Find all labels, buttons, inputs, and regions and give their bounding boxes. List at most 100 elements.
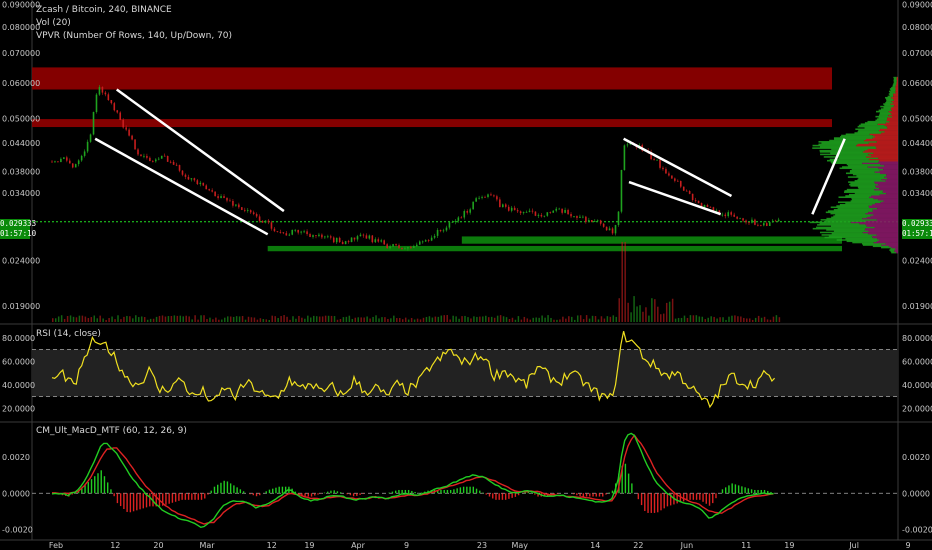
volume-bar [339, 319, 342, 322]
candle-body [312, 235, 314, 237]
candle-body [427, 240, 430, 241]
candle-body [229, 200, 231, 202]
volume-bar [194, 315, 196, 322]
volume-bar [57, 316, 60, 322]
volume-bar [716, 318, 718, 322]
left-rsi-tick: 80.0000 [2, 334, 35, 343]
macd-histogram-bar [689, 493, 691, 500]
candle-body [697, 200, 700, 204]
candle-body [757, 224, 759, 226]
volume-bar [668, 301, 671, 322]
candle-body [181, 170, 184, 175]
volume-bar [63, 318, 66, 322]
volume-bar [396, 318, 398, 322]
volume-bar [250, 317, 253, 322]
macd-histogram-bar [149, 493, 151, 507]
macd-label[interactable]: CM_Ult_MacD_MTF (60, 12, 26, 9) [36, 426, 187, 436]
candle-body [134, 139, 136, 150]
candle-body [404, 248, 406, 250]
volume-bar [559, 319, 561, 322]
macd-histogram-bar [637, 493, 640, 500]
candle-body [721, 214, 724, 216]
time-tick: 23 [477, 541, 487, 550]
candle-body [362, 234, 365, 236]
volume-bar [384, 317, 386, 322]
macd-histogram-bar [469, 486, 471, 494]
volume-bar [229, 316, 232, 322]
left-price-tag: 0.029333 01:57:10 [0, 219, 36, 239]
volume-bar [280, 316, 282, 322]
candle-body [626, 144, 629, 146]
volume-bar [327, 315, 330, 322]
volume-bar [434, 316, 437, 322]
time-tick: 9 [905, 541, 910, 550]
volume-bar [618, 298, 620, 322]
volume-bar [232, 316, 235, 322]
candle-body [202, 182, 205, 186]
volume-bar [428, 316, 431, 322]
candle-body [421, 241, 424, 243]
candle-body [83, 151, 86, 156]
volume-bar [485, 315, 487, 322]
candle-body [475, 198, 477, 202]
volume-bar [259, 318, 262, 322]
candle-body [261, 220, 264, 223]
candle-body [617, 211, 620, 226]
left-price-tick: 0.034000 [2, 189, 40, 198]
candle-body [95, 94, 98, 113]
vpvr-indicator-label[interactable]: VPVR (Number Of Rows, 140, Up/Down, 70) [36, 30, 232, 43]
trading-chart[interactable]: 0.090000 0.090000 0.080000 0.080000 0.070000… [0, 0, 932, 550]
volume-bar [345, 316, 348, 322]
macd-histogram-bar [534, 493, 536, 495]
left-price-tick: 0.044000 [2, 139, 40, 148]
macd-histogram-bar [249, 493, 251, 495]
macd-histogram-bar [744, 487, 746, 494]
volume-bar [737, 316, 739, 322]
time-tick: 19 [304, 541, 314, 550]
macd-histogram-bar [398, 489, 400, 494]
volume-bar [351, 318, 354, 322]
candle-body [368, 235, 371, 239]
candle-body [653, 159, 655, 161]
rsi-label[interactable]: RSI (14, close) [36, 329, 101, 339]
macd-histogram-bar [174, 493, 177, 502]
candle-body [324, 236, 326, 238]
candle-body [487, 194, 489, 197]
symbol-title[interactable]: Zcash / Bitcoin, 240, BINANCE [36, 4, 232, 17]
candle-body [110, 100, 113, 104]
volume-bar [419, 319, 422, 322]
candle-body [374, 239, 377, 243]
candle-body [499, 199, 501, 208]
volume-bar [188, 316, 190, 322]
volume-bar [615, 316, 618, 322]
macd-histogram-bar [126, 493, 128, 512]
macd-histogram-bar [233, 485, 235, 494]
volume-indicator-label[interactable]: Vol (20) [36, 17, 232, 30]
volume-bar [677, 317, 680, 322]
candle-body [688, 191, 691, 194]
volume-bar [458, 318, 460, 322]
volume-bar [606, 316, 609, 322]
right-price-tick: 0.019000 [902, 302, 932, 311]
price-legend: Zcash / Bitcoin, 240, BINANCE Vol (20) V… [36, 4, 232, 43]
volume-bar [692, 315, 695, 322]
macd-histogram-bar [595, 493, 597, 497]
candle-body [187, 176, 190, 180]
macd-histogram-bar [184, 493, 187, 500]
macd-histogram-bar [278, 486, 280, 494]
candle-body [241, 207, 243, 210]
candle-body [184, 174, 187, 177]
volume-bar [490, 316, 493, 322]
macd-histogram-bar [236, 487, 238, 494]
macd-histogram-bar [391, 491, 394, 494]
volume-bar [360, 317, 362, 322]
volume-bar [476, 316, 478, 322]
candle-body [620, 169, 623, 212]
volume-bar [766, 319, 769, 322]
macd-histogram-bar [142, 493, 144, 509]
candle-body [321, 234, 323, 238]
macd-histogram-bar [631, 483, 633, 494]
volume-bar [769, 319, 772, 322]
macd-histogram-bar [90, 479, 93, 494]
volume-bar [99, 315, 101, 322]
